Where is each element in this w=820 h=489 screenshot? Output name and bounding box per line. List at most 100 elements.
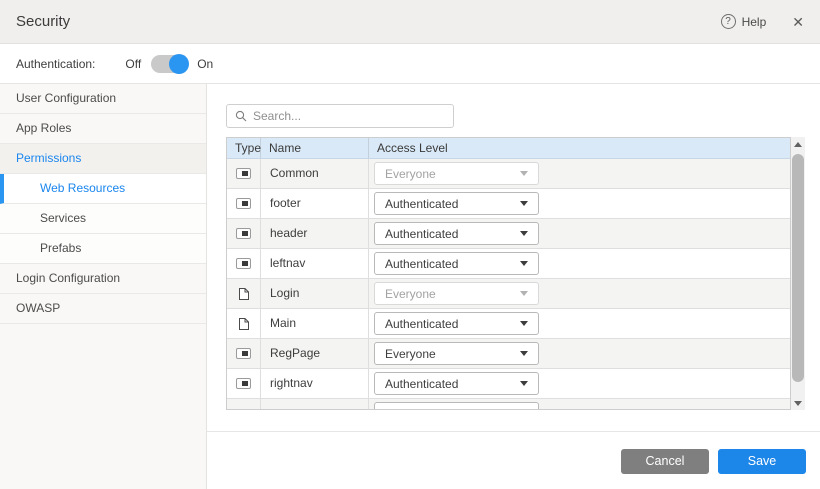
sidebar-item-login-configuration[interactable]: Login Configuration [0,264,206,294]
save-button[interactable]: Save [718,449,806,474]
access-level-cell: Everyone [369,159,790,188]
sidebar-item-user-configuration[interactable]: User Configuration [0,84,206,114]
access-level-value: Everyone [385,287,436,301]
magnifier-icon [235,110,247,122]
table: Type Name Access Level Common Everyone foo… [226,137,791,410]
access-level-cell: Authenticated [369,249,790,278]
type-cell [227,279,261,308]
type-cell [227,189,261,218]
chevron-down-icon [520,231,528,236]
access-level-dropdown[interactable]: Authenticated [374,252,539,275]
search-input[interactable] [253,109,445,123]
access-level-dropdown: Everyone [374,282,539,305]
cancel-button[interactable]: Cancel [621,449,709,474]
partial-icon [236,198,251,209]
access-level-cell: Everyone [369,279,790,308]
table-row: rightnav Authenticated [227,369,790,399]
type-cell [227,369,261,398]
help-button[interactable]: ? Help [721,14,767,29]
sidebar-item-prefabs[interactable]: Prefabs [0,234,206,264]
web-resources-table: Type Name Access Level Common Everyone foo… [226,137,805,410]
type-cell [227,339,261,368]
partial-icon [236,348,251,359]
name-cell: Login [261,279,369,308]
type-cell [227,399,261,409]
toggle-on-label: On [197,57,213,71]
table-row: footerAuthenticated [227,189,790,219]
help-icon: ? [721,14,736,29]
access-level-cell [369,399,790,409]
authentication-bar: Authentication: Off On [0,44,820,84]
access-level-dropdown: Everyone [374,162,539,185]
scrollbar-thumb[interactable] [792,154,804,382]
search-box [226,104,454,128]
page-title: Security [16,13,70,30]
name-cell: Main [261,309,369,338]
titlebar: Security ? Help ✕ [0,0,820,44]
access-level-dropdown[interactable]: Authenticated [374,222,539,245]
authentication-toggle[interactable] [151,55,187,73]
access-level-cell: Authenticated [369,309,790,338]
access-level-dropdown[interactable]: Everyone [374,342,539,365]
access-level-dropdown[interactable]: Authenticated [374,192,539,215]
table-row: headerAuthenticated [227,219,790,249]
access-level-dropdown[interactable] [374,402,539,409]
sidebar-item-app-roles[interactable]: App Roles [0,114,206,144]
sidebar-item-owasp[interactable]: OWASP [0,294,206,324]
column-header-access-level: Access Level [369,138,790,158]
page-icon [238,287,250,301]
chevron-down-icon [520,351,528,356]
security-dialog: Security ? Help ✕ Authentication: Off On… [0,0,820,489]
name-cell: footer [261,189,369,218]
sidebar: User Configuration App Roles Permissions… [0,84,207,489]
column-header-name: Name [261,138,369,158]
access-level-value: Authenticated [385,377,458,391]
table-row: RegPageEveryone [227,339,790,369]
name-cell: leftnav [261,249,369,278]
access-level-cell: Authenticated [369,219,790,248]
type-cell [227,309,261,338]
column-header-type: Type [227,138,261,158]
table-row [227,399,790,409]
table-header: Type Name Access Level [227,138,790,159]
type-cell [227,249,261,278]
toggle-knob [169,54,189,74]
table-row: MainAuthenticated [227,309,790,339]
name-cell: header [261,219,369,248]
name-cell: Common [261,159,369,188]
toggle-off-label: Off [125,57,141,71]
close-icon[interactable]: ✕ [792,15,804,29]
access-level-value: Everyone [385,167,436,181]
footer-buttons: Cancel Save [621,449,806,474]
footer-divider [207,431,820,432]
sidebar-item-services[interactable]: Services [0,204,206,234]
chevron-down-icon [520,321,528,326]
main-content: Type Name Access Level Common Everyone foo… [207,84,820,489]
chevron-down-icon [520,201,528,206]
name-cell [261,399,369,409]
name-cell: rightnav [261,369,369,398]
partial-icon [236,168,251,179]
scroll-down-icon[interactable] [791,396,805,410]
type-cell [227,159,261,188]
access-level-cell: Everyone [369,339,790,368]
table-body: CommonEveryonefooterAuthenticatedheaderA… [227,159,790,409]
page-icon [238,317,250,331]
partial-icon [236,228,251,239]
help-label: Help [742,15,767,29]
access-level-cell: Authenticated [369,369,790,398]
access-level-dropdown[interactable]: Authenticated [374,312,539,335]
scroll-up-icon[interactable] [791,137,805,151]
table-row: Common Everyone [227,159,790,189]
chevron-down-icon [520,171,528,176]
vertical-scrollbar[interactable] [791,137,805,410]
partial-icon [236,258,251,269]
sidebar-item-permissions[interactable]: Permissions [0,144,206,174]
sidebar-item-web-resources[interactable]: Web Resources [0,174,206,204]
partial-icon [236,378,251,389]
access-level-cell: Authenticated [369,189,790,218]
authentication-label: Authentication: [16,57,95,71]
access-level-dropdown[interactable]: Authenticated [374,372,539,395]
chevron-down-icon [520,291,528,296]
access-level-value: Authenticated [385,257,458,271]
